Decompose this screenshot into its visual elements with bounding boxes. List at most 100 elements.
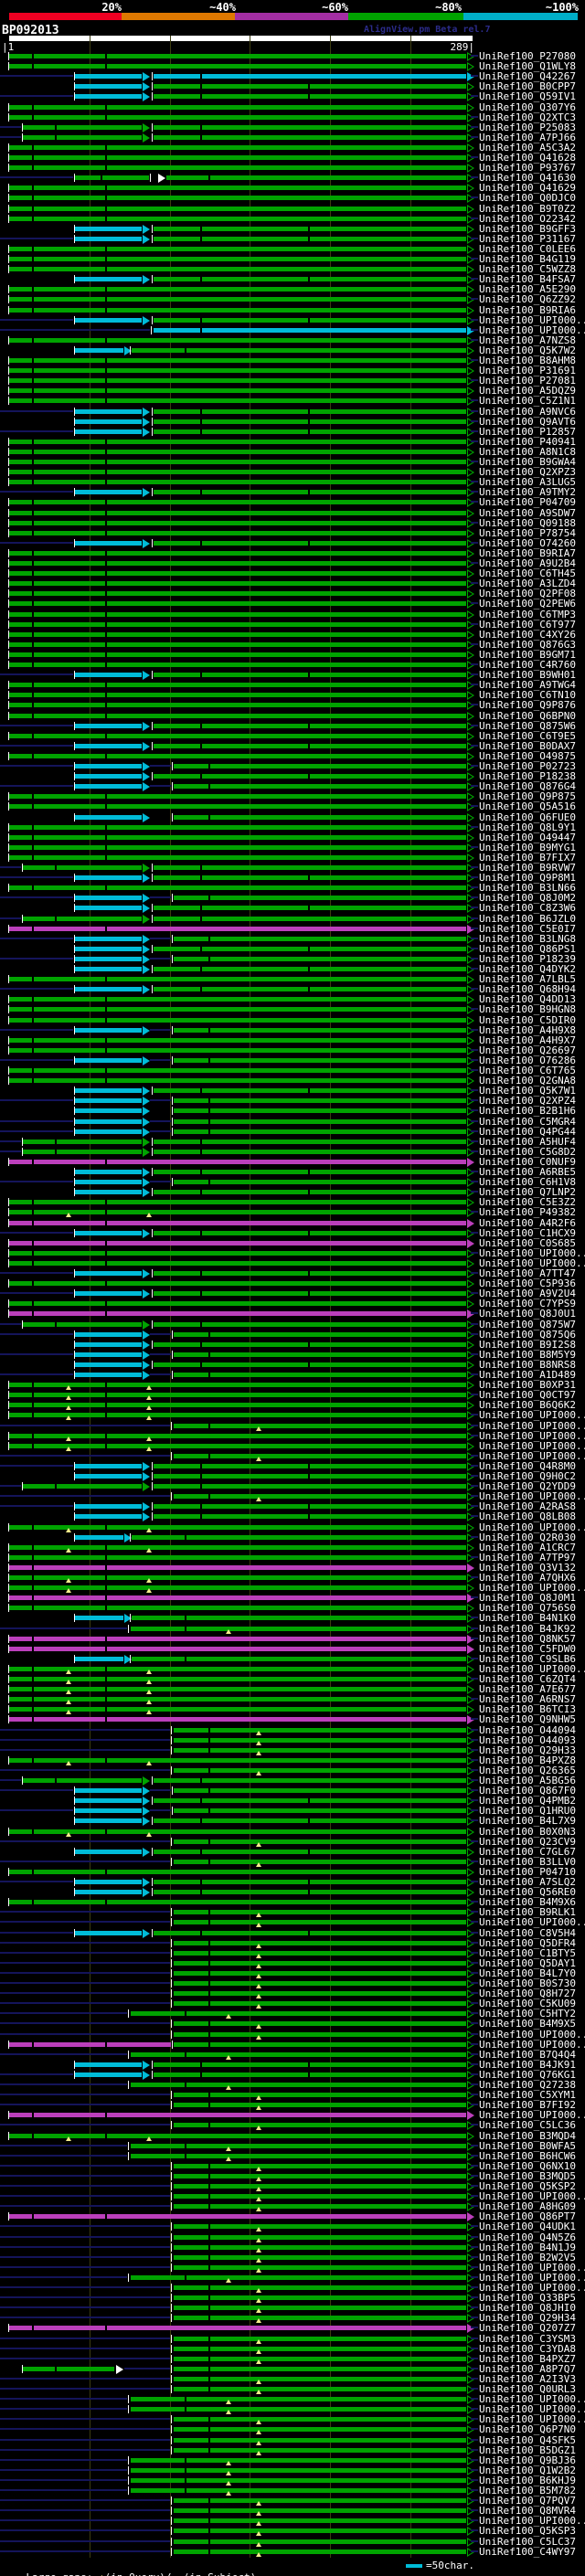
query-line-tail (471, 1627, 478, 1629)
query-line-tail (471, 2296, 478, 2298)
gap-arrow-icon (143, 1147, 150, 1157)
bar-gap-mark (32, 1575, 34, 1580)
bar-gap-mark (105, 1717, 107, 1722)
alignment-row: UniRef100_Q9P876 (0, 700, 585, 710)
query-line-tail (471, 1921, 478, 1923)
segment-tick (152, 225, 153, 233)
hit-label[interactable]: UniRef100_Q6ZZ92 (479, 294, 585, 304)
bar-gap-mark (308, 1342, 310, 1347)
query-line (0, 2236, 170, 2238)
hit-label[interactable]: UniRef100_B4L7X9 (479, 1816, 585, 1826)
hit-label[interactable]: UniRef100_B2B1H6 (479, 1106, 585, 1116)
hit-label[interactable]: UniRef100_Q5KSP3 (479, 2526, 585, 2536)
bar-gap-mark (185, 2478, 186, 2483)
hit-label[interactable]: UniRef100_UPI000.. (479, 1410, 585, 1420)
segment-tick (171, 1979, 172, 1988)
hit-label[interactable]: UniRef100_Q2PEW6 (479, 599, 585, 609)
query-line-tail (471, 2499, 478, 2501)
bar-gap-mark (32, 165, 34, 170)
alignment-row: UniRef100_Q207Z7 (0, 2323, 585, 2333)
hit-label[interactable]: UniRef100_Q4UDK1 (479, 2221, 585, 2231)
query-line-tail (471, 399, 478, 401)
bar-gap-mark (208, 2164, 210, 2168)
hit-label[interactable]: UniRef100_Q9P876 (479, 700, 585, 710)
segment-tick (171, 1858, 172, 1866)
row-end-arrow-inner (468, 1869, 473, 1875)
query-line (0, 2205, 170, 2207)
row-end-arrow-inner (468, 1280, 473, 1287)
bar-gap-mark (308, 906, 310, 910)
bar-gap-mark (105, 571, 107, 576)
bar-gap-mark (200, 1890, 202, 1894)
hit-bar (9, 257, 466, 261)
hit-label[interactable]: UniRef100_Q59IV1 (479, 91, 585, 101)
segment-tick (152, 275, 153, 283)
bar-gap-mark (105, 1048, 107, 1053)
bar-gap-mark (208, 2337, 210, 2341)
query-line (0, 2439, 170, 2441)
hit-label[interactable]: UniRef100_B4N1K0 (479, 1613, 585, 1623)
bar-gap-mark (105, 1758, 107, 1763)
segment-tick (128, 2405, 129, 2413)
hit-label[interactable]: UniRef100_Q5A516 (479, 801, 585, 811)
hit-label[interactable]: UniRef100_B9HGN8 (479, 1004, 585, 1014)
hit-label[interactable]: UniRef100_C8Z3W6 (479, 903, 585, 913)
scale-label-80: ~80% (435, 1, 462, 14)
segment-tick (171, 2365, 172, 2373)
query-line-tail (471, 2043, 478, 2045)
hit-bar (174, 2224, 466, 2229)
hit-label[interactable]: UniRef100_C5Z1N1 (479, 396, 585, 406)
bar-gap-mark (32, 652, 34, 657)
hit-label[interactable]: UniRef100_Q207Z7 (479, 2323, 585, 2333)
query-line-tail (471, 988, 478, 990)
segment-tick (172, 1330, 173, 1339)
scale-segment-1 (122, 13, 235, 20)
query-line (0, 2469, 127, 2471)
hit-label[interactable]: UniRef100_Q6P7N0 (479, 2424, 585, 2434)
hit-bar (131, 2478, 466, 2483)
hit-label[interactable]: UniRef100_B4M9X5 (479, 2019, 585, 2029)
hit-label[interactable]: UniRef100_Q8LB08 (479, 1511, 585, 1521)
hit-bar (131, 2468, 466, 2473)
legend-prefix: Large gaps: (27, 2571, 99, 2576)
bar-gap-mark (105, 480, 107, 484)
bar-gap-mark (185, 2144, 186, 2148)
segment-tick (172, 1128, 173, 1136)
query-line-tail (471, 217, 478, 219)
query-line (0, 1495, 170, 1497)
hit-bar (75, 1291, 142, 1296)
alignment-row: UniRef100_Q5KSP3 (0, 2526, 585, 2536)
hit-label[interactable]: UniRef100_Q9NHW5 (479, 1714, 585, 1724)
hit-bar (174, 2255, 466, 2260)
segment-tick (152, 1188, 153, 1196)
hit-bar (174, 2316, 466, 2320)
query-line-tail (471, 1414, 478, 1415)
hit-bar (9, 683, 466, 687)
scale-segment-2 (235, 13, 348, 20)
hit-label[interactable]: UniRef100_Q8J0U1 (479, 1309, 585, 1319)
segment-tick (152, 235, 153, 243)
query-line-tail (471, 1576, 478, 1578)
hit-label[interactable]: UniRef100_P49382 (479, 1207, 585, 1217)
hit-bar (75, 967, 142, 971)
bar-gap-mark (105, 1565, 107, 1570)
bar-gap-mark (32, 186, 34, 190)
bar-gap-mark (105, 855, 107, 860)
hit-label[interactable]: UniRef100_Q0DJC0 (479, 193, 585, 203)
query-line-tail (471, 2053, 478, 2055)
bar-gap-mark (105, 2326, 107, 2330)
hit-bar (9, 1555, 466, 1560)
hit-label[interactable]: UniRef100_P04709 (479, 497, 585, 507)
bar-gap-mark (32, 1393, 34, 1397)
hit-label[interactable]: UniRef100_UPI000.. (479, 1917, 585, 1927)
hit-label[interactable]: UniRef100_C4WY97 (479, 2547, 585, 2557)
hit-bar (174, 1941, 466, 1945)
hit-label[interactable]: UniRef100_C5LC36 (479, 2120, 585, 2130)
gap-arrow-icon (143, 274, 150, 284)
segment-tick (152, 772, 153, 780)
query-line (0, 126, 21, 128)
bar-gap-mark (208, 2448, 210, 2453)
query-line (0, 136, 21, 138)
segment-tick (171, 1422, 172, 1430)
hit-bar (9, 2214, 466, 2219)
